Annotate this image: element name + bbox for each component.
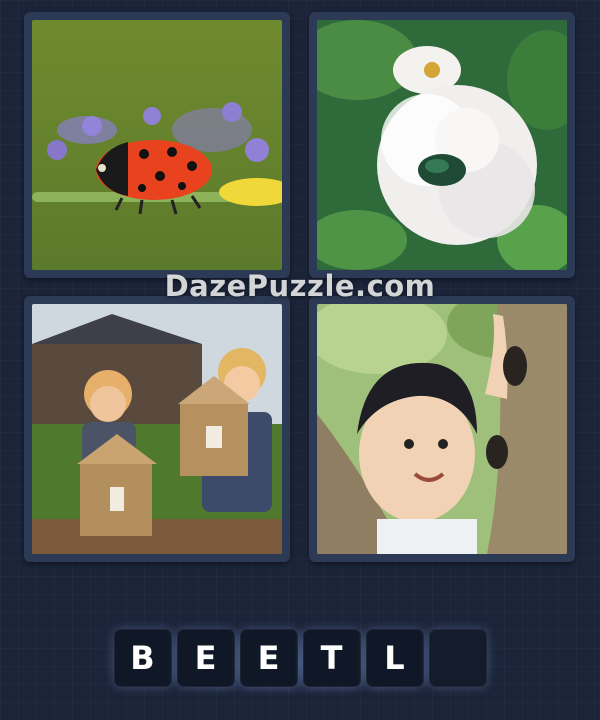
puzzle-image-4[interactable] (309, 296, 575, 562)
ladybug-image (32, 20, 282, 270)
answer-slot-3[interactable]: E (239, 629, 298, 687)
insect-hotels-image (32, 304, 282, 554)
answer-slot-2[interactable]: E (176, 629, 235, 687)
answer-slot-1[interactable]: B (113, 629, 172, 687)
watermark: DazePuzzle.com (164, 269, 436, 303)
answer-slot-4[interactable]: T (302, 629, 361, 687)
puzzle-image-3[interactable] (24, 296, 290, 562)
answer-row: B E E T L (0, 618, 600, 698)
puzzle-image-1[interactable] (24, 12, 290, 278)
answer-slot-5[interactable]: L (365, 629, 424, 687)
rose-beetle-image (317, 20, 567, 270)
boy-beetles-image (317, 304, 567, 554)
puzzle-image-2[interactable] (309, 12, 575, 278)
answer-slot-6[interactable] (428, 629, 487, 687)
